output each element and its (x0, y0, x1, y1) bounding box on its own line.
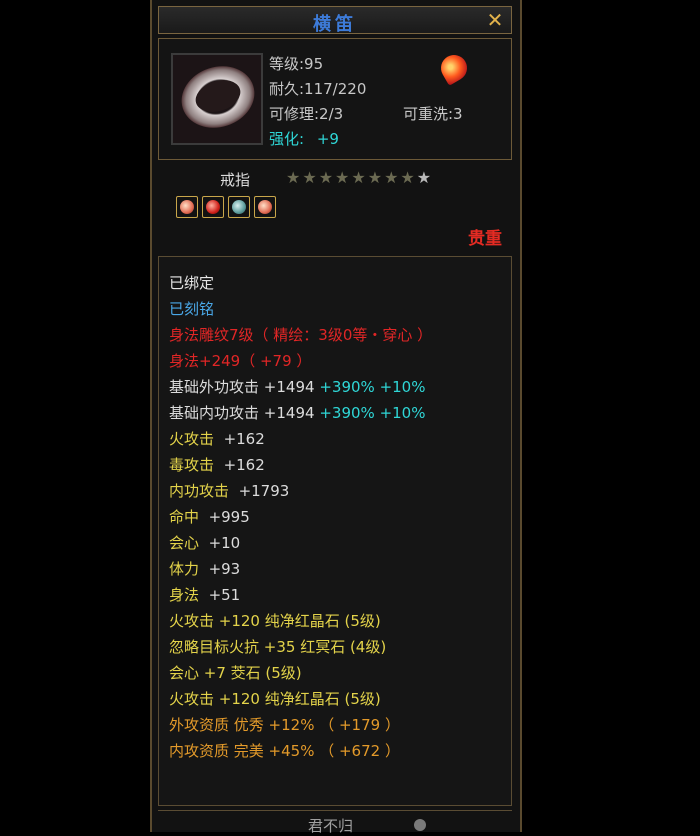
star-icon: ★ (286, 168, 303, 187)
attr-value: +1494 (263, 404, 315, 422)
enhance-value: +9 (316, 130, 339, 148)
attr-line: 毒攻击 +162 (169, 453, 265, 477)
quality-line: 外攻资质 优秀 +12% （ +179 ） (169, 716, 400, 734)
gem-bonus-line: 会心 +7 茭石 (5级) (169, 664, 302, 682)
red-gem-icon[interactable] (202, 196, 224, 218)
gem-bonus-line: 火攻击 +120 纯净红晶石 (5级) (169, 612, 381, 630)
item-rewash-count: 可重洗:3 (403, 105, 463, 123)
star-icon: ★ (335, 168, 352, 187)
item-durability: 耐久:117/220 (269, 80, 367, 98)
item-enhance: 强化: +9 (269, 128, 339, 149)
star-icon: ★ (351, 168, 368, 187)
attr-value: +162 (223, 456, 265, 474)
item-tooltip-panel: 横笛 ✕ 等级:95 耐久:117/220 可修理:2/3 可重洗:3 强化: … (150, 0, 522, 835)
close-icon[interactable]: ✕ (485, 10, 505, 30)
attributes-box: 已绑定 已刻铭 身法雕纹7级（ 精绘：3级0等・穿心 ） 身法+249（ +79… (158, 256, 512, 806)
attr-pct: +390% (319, 378, 375, 396)
attr-label: 会心 (169, 534, 200, 552)
attr-line: 内功攻击 +1793 (169, 479, 289, 503)
bound-status: 已绑定 (169, 274, 215, 292)
owner-name: 君不归 (308, 817, 354, 835)
star-icon: ★ (400, 168, 417, 187)
star-icon: ★ (302, 168, 319, 187)
item-repair-count: 可修理:2/3 (269, 105, 344, 123)
teal-gem-icon[interactable] (228, 196, 250, 218)
attr-line: 会心 +10 (169, 531, 240, 555)
title-bar: 横笛 ✕ (158, 6, 512, 35)
rarity-label: 贵重 (468, 229, 502, 249)
star-icon: ★ (318, 168, 336, 187)
attr-value: +995 (208, 508, 250, 526)
ring-item-icon (171, 53, 263, 145)
attr-pct: +10% (379, 378, 426, 396)
attr-line: 身法 +51 (169, 583, 240, 607)
attr-value: +10 (208, 534, 241, 552)
star-icon: ★ (367, 168, 385, 187)
engraved-status: 已刻铭 (169, 300, 215, 318)
attr-value: +51 (208, 586, 241, 604)
item-title: 横笛 (313, 14, 357, 35)
attr-label: 命中 (169, 508, 200, 526)
attr-line: 体力 +93 (169, 557, 240, 581)
int-attack-line: 基础内功攻击 +1494 +390% +10% (169, 401, 425, 425)
attr-label: 火攻击 (169, 430, 215, 448)
fire-gem-icon[interactable] (176, 196, 198, 218)
attr-line: 命中 +995 (169, 505, 250, 529)
gear-icon[interactable] (414, 819, 426, 831)
attr-value: +1793 (238, 482, 290, 500)
gem-bonus-line: 火攻击 +120 纯净红晶石 (5级) (169, 690, 381, 708)
agility-bonus-line: 身法+249（ +79 ） (169, 352, 312, 370)
item-summary-box: 等级:95 耐久:117/220 可修理:2/3 可重洗:3 强化: +9 (158, 38, 512, 160)
fire-gem-icon[interactable] (254, 196, 276, 218)
attr-label: 基础内功攻击 (169, 404, 260, 422)
attr-label: 基础外功攻击 (169, 378, 260, 396)
attr-label: 身法 (169, 586, 200, 604)
fire-element-icon (436, 50, 472, 86)
attr-label: 体力 (169, 560, 200, 578)
star-rating: ★★★★★★★★★ (286, 168, 433, 187)
attr-value: +1494 (263, 378, 315, 396)
attr-line: 火攻击 +162 (169, 427, 265, 451)
quality-line: 内攻资质 完美 +45% （ +672 ） (169, 742, 400, 760)
footer-bar: 君不归 (158, 810, 512, 835)
gem-bonus-line: 忽略目标火抗 +35 红冥石 (4级) (169, 638, 387, 656)
attr-pct: +10% (379, 404, 426, 422)
item-type-label: 戒指 (220, 171, 251, 189)
attr-value: +93 (208, 560, 241, 578)
item-level: 等级:95 (269, 55, 324, 73)
attr-value: +162 (223, 430, 265, 448)
attr-pct: +390% (319, 404, 375, 422)
carving-line: 身法雕纹7级（ 精绘：3级0等・穿心 ） (169, 326, 433, 344)
enhance-label: 强化: (269, 130, 305, 148)
attr-label: 毒攻击 (169, 456, 215, 474)
attr-label: 内功攻击 (169, 482, 230, 500)
star-icon: ★ (384, 168, 401, 187)
ext-attack-line: 基础外功攻击 +1494 +390% +10% (169, 375, 425, 399)
star-icon: ★ (416, 168, 434, 187)
item-type-section: 戒指 ★★★★★★★★★ 贵重 (158, 164, 512, 252)
